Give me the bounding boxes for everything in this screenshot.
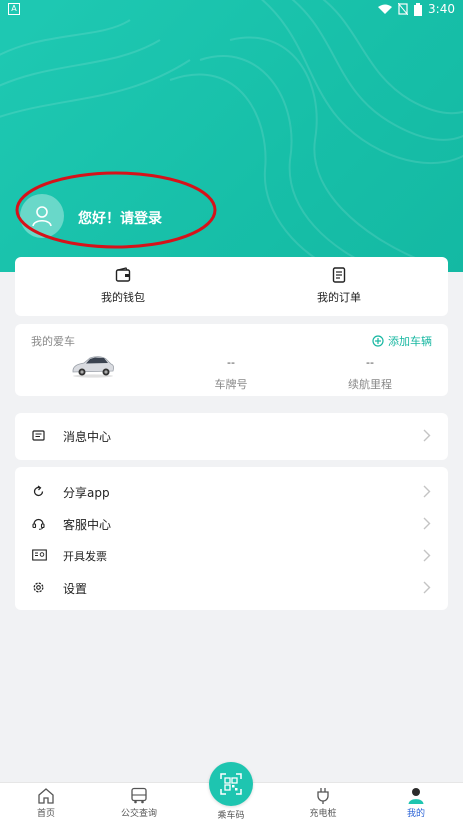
add-car-label: 添加车辆 (388, 335, 432, 348)
status-time: 3:40 (428, 2, 455, 16)
message-center-card: 消息中心 (15, 413, 448, 460)
menu-item-service[interactable]: 客服中心 (15, 509, 448, 539)
message-icon (32, 430, 45, 441)
menu-label: 客服中心 (63, 518, 112, 532)
highlight-annotation (15, 171, 217, 249)
menu-label: 消息中心 (63, 430, 112, 444)
bus-icon (131, 787, 147, 804)
wallet-label: 我的钱包 (101, 291, 145, 304)
menu-item-invoice[interactable]: 开具发票 (15, 541, 448, 571)
quick-actions-card: 我的钱包 我的订单 (15, 257, 448, 316)
wifi-icon (378, 4, 393, 14)
chevron-right-icon (423, 485, 431, 498)
home-icon (38, 788, 54, 804)
range-value: -- (366, 356, 374, 369)
charger-icon (317, 788, 329, 804)
range-label: 续航里程 (348, 378, 392, 391)
orders-button[interactable]: 我的订单 (231, 267, 447, 305)
chevron-right-icon (423, 517, 431, 530)
menu-item-settings[interactable]: 设置 (15, 573, 448, 603)
ride-code-label: 乘车码 (217, 811, 245, 821)
menu-label: 开具发票 (63, 550, 107, 563)
menu-label: 分享app (63, 486, 110, 500)
plate-value: -- (227, 356, 235, 369)
invoice-icon (32, 549, 47, 561)
tab-label: 首页 (36, 809, 55, 819)
plus-circle-icon (372, 335, 384, 347)
tab-mine[interactable]: 我的 (381, 787, 451, 819)
tab-label: 我的 (406, 809, 425, 819)
tab-charging[interactable]: 充电桩 (288, 787, 358, 819)
chevron-right-icon (423, 429, 431, 442)
tab-label: 充电桩 (309, 809, 337, 819)
tab-label: 公交查询 (120, 809, 157, 819)
orders-label: 我的订单 (317, 291, 361, 304)
car-section-title: 我的爱车 (31, 335, 75, 348)
tab-bus[interactable]: 公交查询 (104, 787, 174, 819)
notification-icon: A (8, 3, 20, 15)
no-sim-icon (398, 3, 409, 15)
plate-label: 车牌号 (214, 378, 248, 391)
settings-menu-card: 分享app 客服中心 开具发票 设置 (15, 467, 448, 610)
user-filled-icon (408, 788, 424, 804)
menu-item-messages[interactable]: 消息中心 (15, 421, 448, 451)
ride-code-button[interactable] (209, 762, 253, 806)
chevron-right-icon (423, 581, 431, 594)
car-image (72, 356, 114, 378)
status-bar: A 3:40 (0, 0, 463, 20)
headset-icon (32, 518, 45, 530)
gear-icon (33, 582, 44, 593)
wallet-button[interactable]: 我的钱包 (15, 267, 231, 305)
add-car-button[interactable]: 添加车辆 (372, 333, 432, 349)
share-icon (33, 485, 44, 497)
wallet-icon (115, 267, 131, 282)
battery-icon (414, 2, 423, 16)
qr-code-icon (220, 773, 242, 795)
menu-label: 设置 (63, 582, 88, 596)
my-car-card: 我的爱车 添加车辆 -- 车牌号 -- 续航里程 (15, 324, 448, 396)
menu-item-share[interactable]: 分享app (15, 477, 448, 507)
order-list-icon (332, 267, 346, 283)
tab-home[interactable]: 首页 (11, 787, 81, 819)
chevron-right-icon (423, 549, 431, 562)
